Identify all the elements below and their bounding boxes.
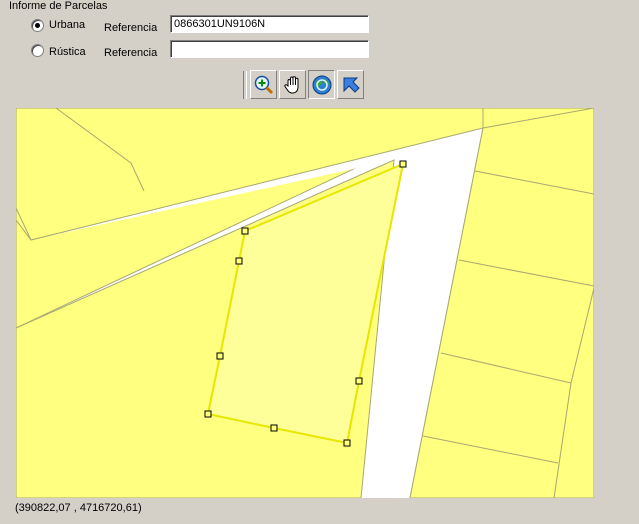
vertex-handle[interactable] (216, 352, 224, 360)
vertex-handle[interactable] (399, 160, 407, 168)
rustica-ref-label: Referencia (104, 47, 158, 59)
vertex-handle[interactable] (355, 377, 363, 385)
vertex-handle[interactable] (343, 439, 351, 447)
zoom-extent-button[interactable] (308, 70, 335, 99)
rustica-label: Rústica (49, 46, 86, 58)
vertex-handle[interactable] (241, 227, 249, 235)
map-view[interactable] (16, 108, 594, 498)
select-arrow-icon (343, 77, 360, 93)
zoom-extent-globe-icon (312, 75, 332, 95)
urbana-reference-input[interactable] (170, 15, 369, 33)
urbana-radio[interactable] (31, 19, 44, 32)
rustica-reference-input[interactable] (170, 40, 369, 58)
panel-title: Informe de Parcelas (9, 0, 108, 12)
radio-selected-dot (35, 23, 40, 28)
urbana-label: Urbana (49, 19, 86, 31)
rustica-radio[interactable] (31, 44, 44, 57)
urbana-ref-label: Referencia (104, 22, 158, 34)
select-tool-button[interactable] (337, 70, 364, 99)
coordinates-readout: (390822,07 , 4716720,61) (15, 502, 142, 514)
pan-hand-icon (284, 76, 299, 94)
zoom-in-button[interactable] (250, 70, 277, 99)
vertex-handle[interactable] (270, 424, 278, 432)
toolbar-separator (243, 71, 247, 99)
vertex-handle[interactable] (235, 257, 243, 265)
map-canvas[interactable] (16, 108, 594, 498)
pan-button[interactable] (279, 70, 306, 99)
zoom-in-icon (254, 75, 274, 95)
vertex-handle[interactable] (204, 410, 212, 418)
